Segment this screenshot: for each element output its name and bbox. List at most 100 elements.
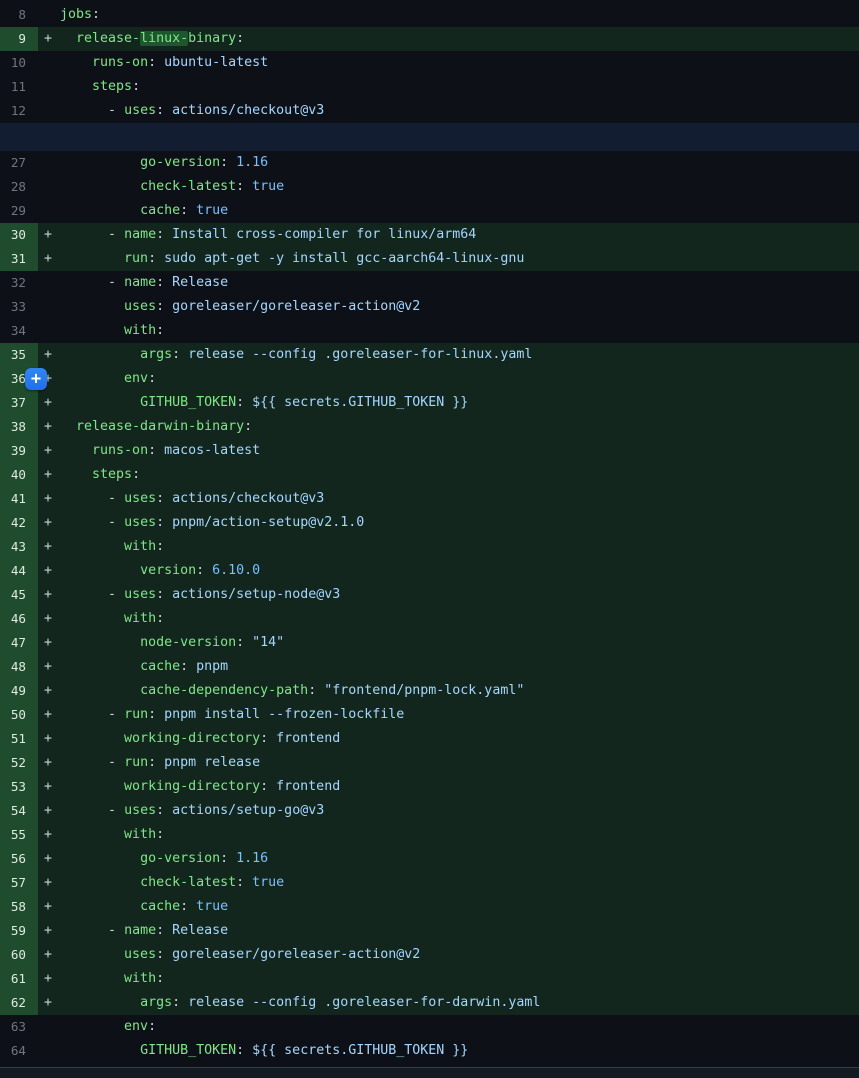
line-number[interactable]: 44	[0, 559, 38, 583]
diff-marker	[38, 75, 60, 99]
line-number[interactable]: 10	[0, 51, 38, 75]
code-segment: :	[148, 251, 164, 266]
line-number[interactable]: 42	[0, 511, 38, 535]
diff-marker	[38, 151, 60, 175]
line-number[interactable]: 50	[0, 703, 38, 727]
line-number[interactable]: 40	[0, 463, 38, 487]
diff-row: 40+ steps:	[0, 463, 859, 487]
code-line: version: 6.10.0	[60, 559, 859, 583]
code-segment: :	[236, 179, 252, 194]
line-number[interactable]: 39	[0, 439, 38, 463]
line-number[interactable]: 51	[0, 727, 38, 751]
code-segment	[60, 827, 124, 842]
line-number[interactable]: 53	[0, 775, 38, 799]
line-number[interactable]: 55	[0, 823, 38, 847]
diff-row: 31+ run: sudo apt-get -y install gcc-aar…	[0, 247, 859, 271]
code-line: jobs:	[60, 3, 859, 27]
diff-marker: +	[38, 343, 60, 367]
code-segment	[60, 731, 124, 746]
code-line: node-version: "14"	[60, 631, 859, 655]
line-number[interactable]: 49	[0, 679, 38, 703]
code-segment	[60, 803, 108, 818]
line-number[interactable]: 8	[0, 3, 38, 27]
diff-row: 29 cache: true	[0, 199, 859, 223]
line-number[interactable]: 37	[0, 391, 38, 415]
line-number[interactable]: 31	[0, 247, 38, 271]
code-segment: with	[124, 539, 156, 554]
code-segment: pnpm	[196, 659, 228, 674]
line-number[interactable]: 30	[0, 223, 38, 247]
line-number[interactable]: 11	[0, 75, 38, 99]
line-number[interactable]: 56	[0, 847, 38, 871]
line-number[interactable]: 43	[0, 535, 38, 559]
diff-row: 37+ GITHUB_TOKEN: ${{ secrets.GITHUB_TOK…	[0, 391, 859, 415]
code-segment: cache	[140, 203, 180, 218]
line-number[interactable]: 48	[0, 655, 38, 679]
code-segment: pnpm/action-setup@v2.1.0	[172, 515, 364, 530]
code-segment: :	[132, 467, 140, 482]
diff-row: 32 - name: Release	[0, 271, 859, 295]
line-number[interactable]: 12	[0, 99, 38, 123]
line-number[interactable]: 62	[0, 991, 38, 1015]
code-segment: jobs	[60, 7, 92, 22]
line-number[interactable]: 61	[0, 967, 38, 991]
diff-marker	[38, 199, 60, 223]
line-number[interactable]: 58	[0, 895, 38, 919]
line-number[interactable]: 63	[0, 1015, 38, 1039]
line-number[interactable]: 52	[0, 751, 38, 775]
code-segment: :	[260, 779, 276, 794]
code-segment: 6.10.0	[212, 563, 260, 578]
code-segment: :	[148, 443, 164, 458]
diff-row: 38+ release-darwin-binary:	[0, 415, 859, 439]
code-segment: with	[124, 323, 156, 338]
code-line: runs-on: ubuntu-latest	[60, 51, 859, 75]
line-number[interactable]: 60	[0, 943, 38, 967]
code-line: with:	[60, 319, 859, 343]
line-number[interactable]: 57	[0, 871, 38, 895]
line-number[interactable]: 28	[0, 175, 38, 199]
line-number[interactable]: 29	[0, 199, 38, 223]
diff-row: 51+ working-directory: frontend	[0, 727, 859, 751]
code-segment	[60, 779, 124, 794]
diff-marker: +	[38, 991, 60, 1015]
code-segment	[60, 419, 76, 434]
line-number[interactable]: 33	[0, 295, 38, 319]
code-line: with:	[60, 823, 859, 847]
code-segment: :	[260, 731, 276, 746]
line-number[interactable]: 46	[0, 607, 38, 631]
code-segment: release --config .goreleaser-for-darwin.…	[188, 995, 540, 1010]
code-segment: :	[156, 323, 164, 338]
code-segment: :	[156, 947, 172, 962]
add-comment-button[interactable]: +	[25, 368, 47, 390]
line-number[interactable]: 34	[0, 319, 38, 343]
hunk-expander[interactable]	[0, 123, 859, 151]
diff-marker: +	[38, 727, 60, 751]
diff-row: 43+ with:	[0, 535, 859, 559]
line-number[interactable]: 59	[0, 919, 38, 943]
code-line: cache-dependency-path: "frontend/pnpm-lo…	[60, 679, 859, 703]
line-number[interactable]: 32	[0, 271, 38, 295]
code-line: - uses: actions/checkout@v3	[60, 487, 859, 511]
code-line: - uses: actions/checkout@v3	[60, 99, 859, 123]
line-number[interactable]: 47	[0, 631, 38, 655]
line-number[interactable]: 45	[0, 583, 38, 607]
diff-marker	[38, 271, 60, 295]
line-number[interactable]: 54	[0, 799, 38, 823]
code-segment: cache-dependency-path	[140, 683, 308, 698]
code-segment	[60, 275, 108, 290]
code-line: env:	[60, 1015, 859, 1039]
diff-marker: +	[38, 631, 60, 655]
line-number[interactable]: 41	[0, 487, 38, 511]
diff-bottom-edge	[0, 1067, 859, 1078]
line-number[interactable]: 27	[0, 151, 38, 175]
code-line: GITHUB_TOKEN: ${{ secrets.GITHUB_TOKEN }…	[60, 391, 859, 415]
diff-marker	[38, 319, 60, 343]
code-segment: 1.16	[236, 851, 268, 866]
line-number[interactable]: 35	[0, 343, 38, 367]
code-segment	[60, 587, 108, 602]
line-number[interactable]: 64	[0, 1039, 38, 1063]
code-line: release-linux-binary:	[60, 27, 859, 51]
line-number[interactable]: 38	[0, 415, 38, 439]
line-number[interactable]: 9	[0, 27, 38, 51]
code-line: release-darwin-binary:	[60, 415, 859, 439]
